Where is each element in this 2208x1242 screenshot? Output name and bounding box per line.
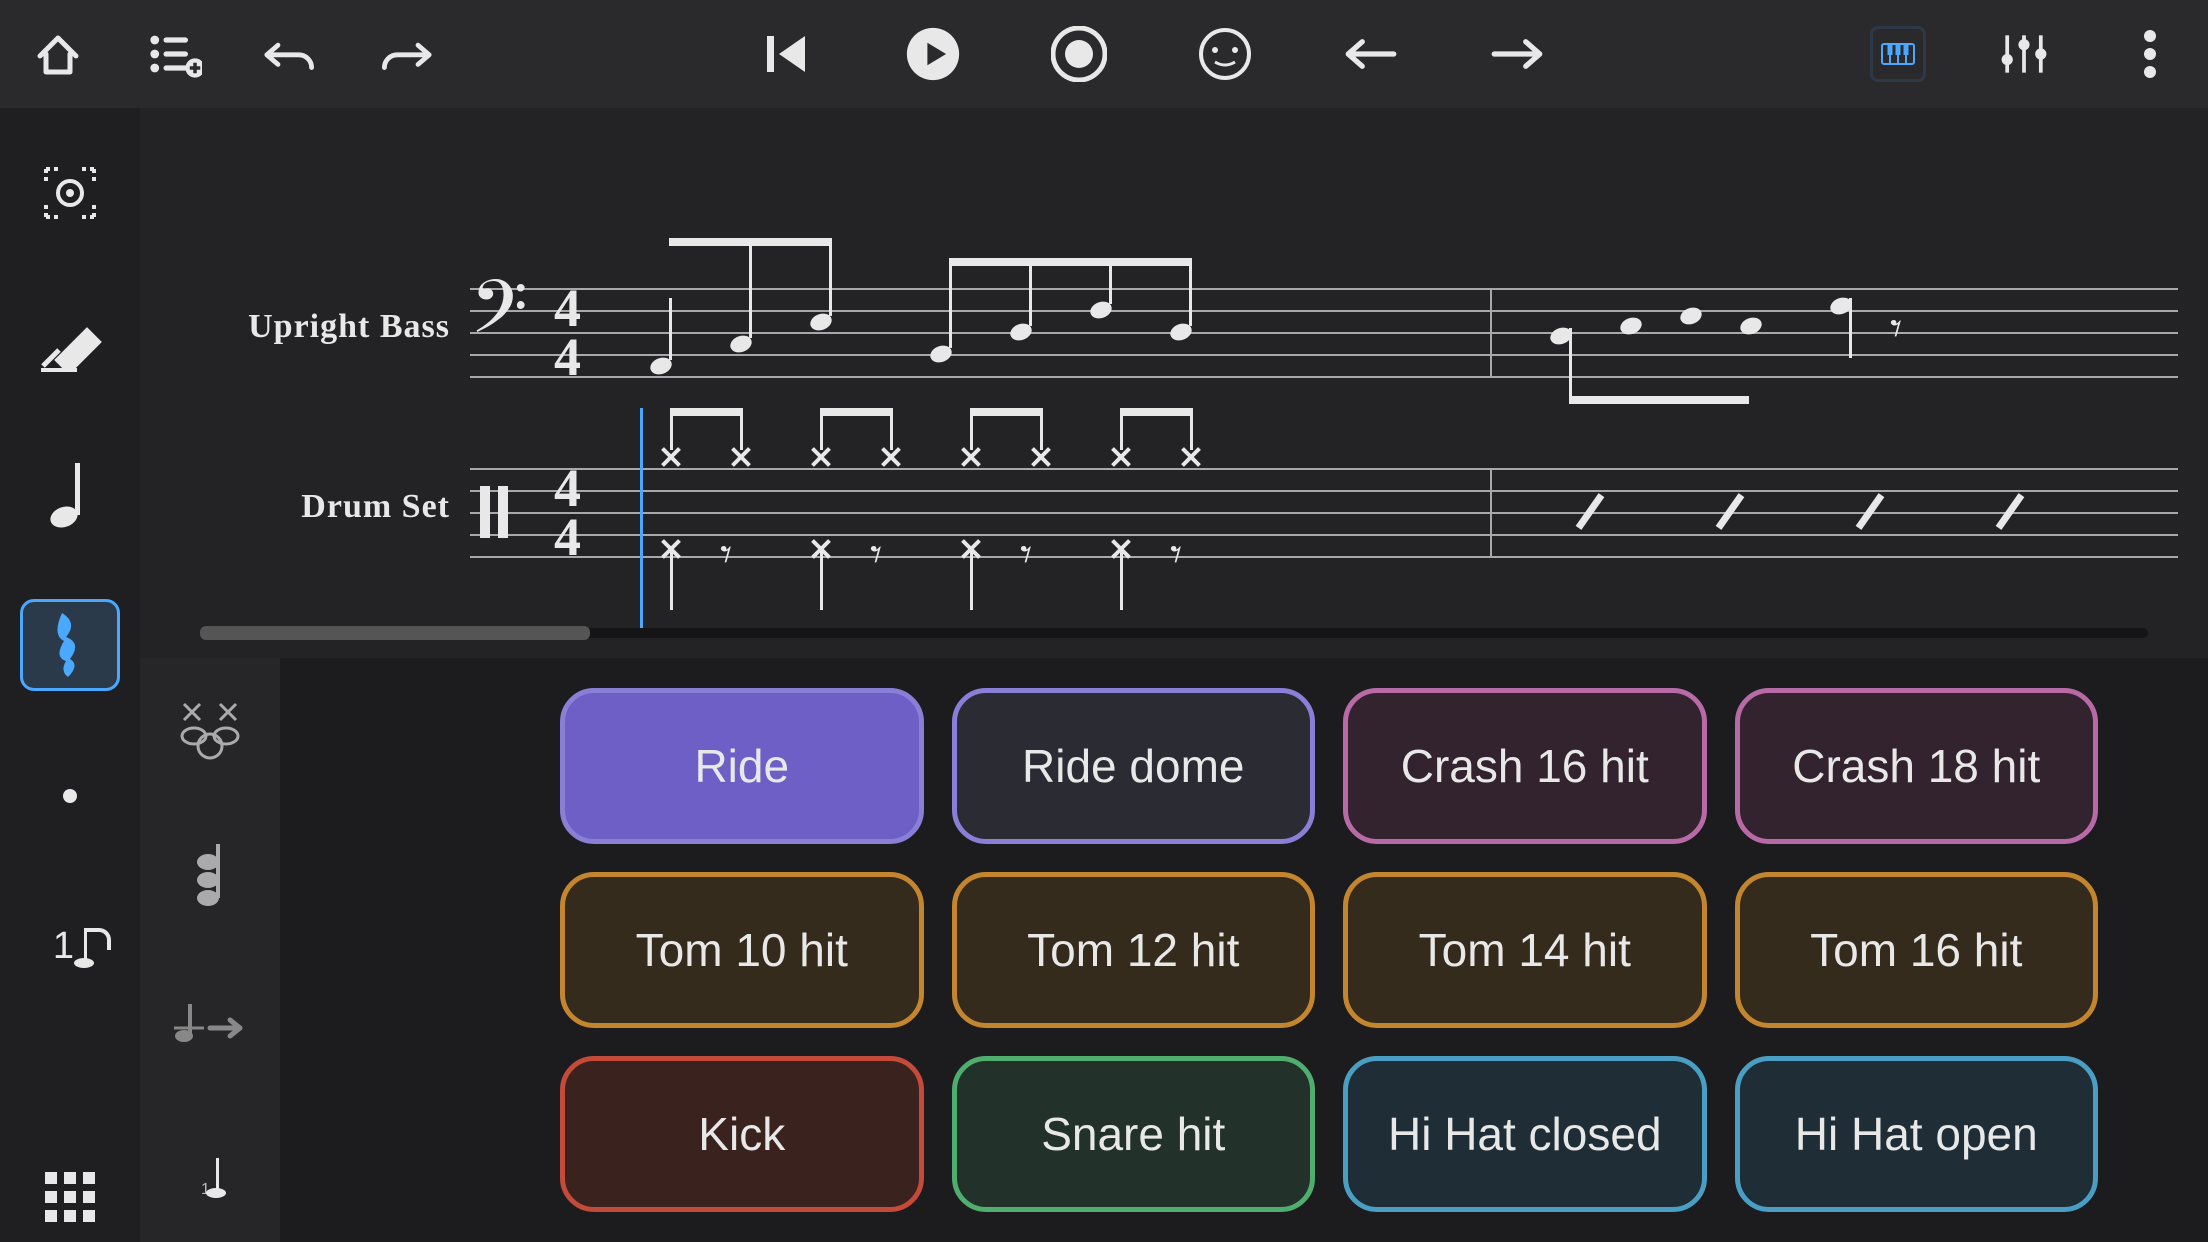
record-icon[interactable] — [1051, 26, 1107, 82]
grid-tool-icon[interactable] — [20, 1151, 120, 1241]
next-arrow-icon[interactable] — [1489, 26, 1545, 82]
chord-icon[interactable] — [170, 838, 250, 918]
tracks-icon[interactable] — [146, 26, 202, 82]
pad-label: Snare hit — [1041, 1107, 1225, 1161]
notation-canvas[interactable]: 𝄢 4 4 — [470, 128, 2208, 618]
pad-label: Ride — [694, 739, 789, 793]
pad-label: Ride dome — [1022, 739, 1244, 793]
drum-pad[interactable]: Ride — [560, 688, 924, 844]
horizontal-scrollbar[interactable] — [200, 628, 2148, 638]
drum-pad[interactable]: Ride dome — [952, 688, 1316, 844]
drum-pad[interactable]: Hi Hat open — [1735, 1056, 2099, 1212]
time-numerator: 4 — [554, 464, 581, 513]
play-icon[interactable] — [905, 26, 961, 82]
rewind-icon[interactable] — [759, 26, 815, 82]
left-toolbar: 1 — [0, 108, 140, 1242]
pad-toolbar: 1 — [140, 658, 280, 1242]
rest-tool-icon[interactable] — [20, 599, 120, 690]
erase-tool-icon[interactable] — [20, 298, 120, 388]
pad-label: Kick — [698, 1107, 785, 1161]
metronome-icon[interactable] — [1197, 26, 1253, 82]
drumkit-icon[interactable] — [170, 688, 250, 768]
drum-pad[interactable]: Tom 10 hit — [560, 872, 924, 1028]
time-numerator: 4 — [554, 284, 581, 333]
drum-pad[interactable]: Tom 14 hit — [1343, 872, 1707, 1028]
drum-pad[interactable]: Crash 18 hit — [1735, 688, 2099, 844]
drum-pad[interactable]: Tom 16 hit — [1735, 872, 2099, 1028]
pad-label: Tom 12 hit — [1027, 923, 1239, 977]
keyboard-view-icon[interactable] — [1870, 26, 1926, 82]
drum-pad[interactable]: Hi Hat closed — [1343, 1056, 1707, 1212]
select-tool-icon[interactable] — [20, 148, 120, 238]
pad-label: Crash 16 hit — [1401, 739, 1649, 793]
time-denominator: 4 — [554, 513, 581, 562]
drum-pad-grid: Ride Ride dome Crash 16 hit Crash 18 hit… — [280, 658, 2208, 1242]
prev-arrow-icon[interactable] — [1343, 26, 1399, 82]
top-toolbar — [0, 0, 2208, 108]
pad-label: Tom 14 hit — [1419, 923, 1631, 977]
pad-label: Hi Hat closed — [1388, 1107, 1662, 1161]
drum-pad[interactable]: Snare hit — [952, 1056, 1316, 1212]
pad-label: Crash 18 hit — [1792, 739, 2040, 793]
pad-label: Tom 16 hit — [1810, 923, 2022, 977]
more-icon[interactable] — [2122, 26, 2178, 82]
redo-icon[interactable] — [378, 26, 434, 82]
pad-label: Tom 10 hit — [636, 923, 848, 977]
drum-pad[interactable]: Tom 12 hit — [952, 872, 1316, 1028]
playhead[interactable] — [640, 408, 643, 628]
home-icon[interactable] — [30, 26, 86, 82]
track-label-drums: Drum Set — [301, 488, 450, 526]
mixer-icon[interactable] — [1996, 26, 2052, 82]
note-tool-icon[interactable] — [20, 449, 120, 539]
bass-clef-icon: 𝄢 — [470, 266, 528, 370]
perc-clef-icon — [480, 486, 490, 538]
pad-label: Hi Hat open — [1795, 1107, 2038, 1161]
track-label-bass: Upright Bass — [248, 308, 450, 346]
dot-tool-icon[interactable] — [20, 751, 120, 841]
undo-icon[interactable] — [262, 26, 318, 82]
voice-1-button[interactable]: 1 — [20, 901, 120, 991]
drum-pad[interactable]: Kick — [560, 1056, 924, 1212]
score-view[interactable]: Upright Bass Drum Set 𝄢 4 4 — [140, 108, 2208, 628]
scrollbar-thumb[interactable] — [200, 626, 590, 640]
pad-voice-1-button[interactable]: 1 — [170, 1138, 250, 1218]
drum-pad[interactable]: Crash 16 hit — [1343, 688, 1707, 844]
voice-number: 1 — [53, 925, 74, 968]
time-denominator: 4 — [554, 333, 581, 382]
insert-after-icon[interactable] — [170, 988, 250, 1068]
